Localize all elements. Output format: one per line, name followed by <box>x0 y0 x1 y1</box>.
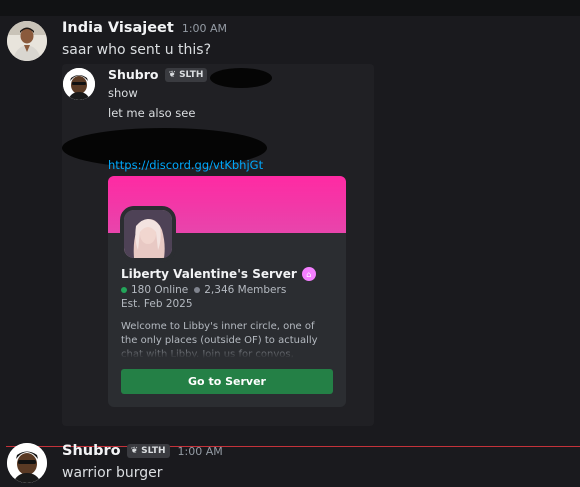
clan-tag[interactable]: ❦ SLTH <box>126 444 170 458</box>
forwarded-message: Shubro ❦ SLTH show let me also see https… <box>62 64 374 426</box>
member-count: 2,346 Members <box>204 284 287 296</box>
forwarded-line: let me also see <box>108 106 196 120</box>
forwarded-avatar[interactable] <box>63 68 95 100</box>
forwarded-avatar-image <box>63 68 95 100</box>
go-to-server-button[interactable]: Go to Server <box>121 369 333 394</box>
invite-link[interactable]: https://discord.gg/vtKbhjGt <box>108 158 263 172</box>
author-name[interactable]: India Visajeet <box>62 20 174 36</box>
clan-tag-label: SLTH <box>141 446 166 456</box>
avatar-image <box>7 443 47 483</box>
clan-tag-label: SLTH <box>179 69 204 80</box>
avatar-image <box>7 21 47 61</box>
server-name: Liberty Valentine's Server <box>121 267 297 281</box>
message-timestamp: 1:00 AM <box>177 444 223 458</box>
online-dot-icon <box>121 287 127 293</box>
server-established: Est. Feb 2025 <box>121 298 193 310</box>
message-text: saar who sent u this? <box>62 42 212 58</box>
leaf-icon: ❦ <box>130 446 139 456</box>
server-icon-image <box>124 210 172 258</box>
avatar[interactable] <box>7 443 47 483</box>
message-timestamp: 1:00 AM <box>181 21 228 35</box>
leaf-icon: ❦ <box>168 69 177 80</box>
message: Shubro ❦ SLTH 1:00 AM warrior burger <box>0 440 580 487</box>
online-count: 180 Online <box>131 284 189 296</box>
clan-tag[interactable]: ❦ SLTH <box>164 67 208 82</box>
server-stats: 180 Online 2,346 Members <box>121 284 286 296</box>
description-fade <box>121 344 333 358</box>
avatar[interactable] <box>7 21 47 61</box>
members-dot-icon <box>194 287 201 293</box>
redaction-scribble <box>210 68 272 88</box>
partner-badge-icon: ⌂ <box>301 267 316 281</box>
top-bar <box>0 0 580 16</box>
server-icon <box>120 206 176 262</box>
forwarded-line: show <box>108 86 138 100</box>
message-text: warrior burger <box>62 465 163 481</box>
chat-messages: India Visajeet 1:00 AM saar who sent u t… <box>0 16 580 487</box>
author-name[interactable]: Shubro <box>62 443 121 459</box>
forwarded-author-name[interactable]: Shubro <box>108 67 159 82</box>
message: India Visajeet 1:00 AM saar who sent u t… <box>0 16 580 431</box>
server-invite-card: Liberty Valentine's Server ⌂ 180 Online … <box>108 176 346 407</box>
